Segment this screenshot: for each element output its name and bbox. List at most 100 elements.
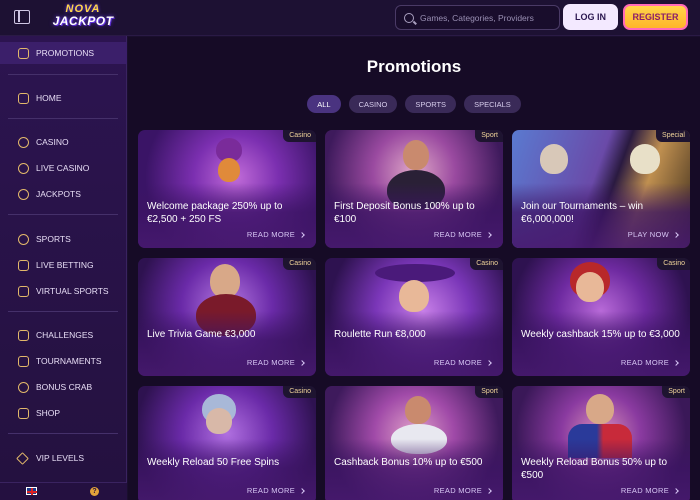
promo-card[interactable]: Sport First Deposit Bonus 100% up to €10… — [325, 130, 503, 248]
read-more-label: READ MORE — [433, 230, 482, 239]
read-more-label: READ MORE — [620, 486, 669, 495]
promo-card-figure — [206, 408, 232, 434]
trophy-icon — [18, 355, 29, 367]
sidebar-item-home[interactable]: HOME — [0, 87, 127, 109]
sidebar-item-casino[interactable]: CASINO — [0, 131, 127, 153]
sidebar-item-label: SHOP — [36, 408, 61, 418]
promo-card[interactable]: Casino Weekly Reload 50 Free Spins READ … — [138, 386, 316, 500]
promo-card-tag: Casino — [470, 258, 503, 270]
promo-card[interactable]: Sport Weekly Reload Bonus 50% up to €500… — [512, 386, 690, 500]
gamepad-icon — [18, 285, 29, 297]
filter-sports[interactable]: SPORTS — [405, 95, 457, 113]
search-input[interactable] — [420, 12, 559, 23]
filter-casino[interactable]: CASINO — [348, 95, 398, 113]
promo-card-title: Weekly cashback 15% up to €3,000 — [521, 329, 680, 340]
sidebar-item-challenges[interactable]: CHALLENGES — [0, 324, 127, 346]
chip-icon — [18, 136, 29, 148]
help-icon[interactable]: ? — [90, 487, 99, 496]
sidebar-divider — [8, 74, 118, 75]
sidebar-item-vip-levels[interactable]: VIP LEVELS — [0, 447, 127, 469]
read-more-link[interactable]: READ MORE — [246, 486, 305, 495]
play-now-link[interactable]: PLAY NOW — [627, 230, 679, 239]
filter-specials[interactable]: SPECIALS — [464, 95, 521, 113]
read-more-link[interactable]: READ MORE — [433, 486, 492, 495]
sidebar-item-tournaments[interactable]: TOURNAMENTS — [0, 350, 127, 372]
sidebar-divider — [8, 311, 118, 312]
live-icon — [18, 162, 29, 174]
read-more-link[interactable]: READ MORE — [247, 230, 305, 239]
sidebar-item-promotions[interactable]: PROMOTIONS — [0, 42, 127, 64]
chevron-right-icon — [673, 487, 679, 494]
read-more-link[interactable]: READ MORE — [246, 358, 305, 367]
sidebar-footer: ? — [0, 482, 127, 500]
sidebar-item-label: LIVE CASINO — [36, 163, 90, 173]
sidebar-item-jackpots[interactable]: JACKPOTS — [0, 183, 127, 205]
promo-card[interactable]: Casino Live Trivia Game €3,000 READ MORE — [138, 258, 316, 376]
promo-card-figure — [586, 394, 614, 424]
search-icon — [404, 12, 414, 23]
sidebar-item-label: JACKPOTS — [36, 189, 81, 199]
promo-card-figure — [399, 280, 429, 312]
sidebar-item-label: LIVE BETTING — [36, 260, 94, 270]
read-more-link[interactable]: READ MORE — [620, 486, 679, 495]
sidebar-item-label: TOURNAMENTS — [36, 356, 102, 366]
sidebar-toggle-icon[interactable] — [14, 10, 30, 24]
promo-card[interactable]: Casino Roulette Run €8,000 READ MORE — [325, 258, 503, 376]
read-more-label: READ MORE — [246, 358, 295, 367]
live-betting-icon — [18, 259, 29, 271]
sidebar-item-bonus-crab[interactable]: BONUS CRAB — [0, 376, 127, 398]
read-more-label: READ MORE — [246, 486, 295, 495]
chevron-right-icon — [486, 359, 492, 366]
sidebar-item-virtual-sports[interactable]: VIRTUAL SPORTS — [0, 280, 127, 302]
read-more-label: READ MORE — [620, 358, 669, 367]
sidebar-divider — [8, 214, 118, 215]
read-more-link[interactable]: READ MORE — [434, 358, 492, 367]
filter-bar: ALL CASINO SPORTS SPECIALS — [128, 95, 700, 113]
jackpot-icon — [18, 188, 29, 200]
promo-card[interactable]: Casino Weekly cashback 15% up to €3,000 … — [512, 258, 690, 376]
ball-icon — [18, 233, 29, 245]
promo-card-title: Roulette Run €8,000 — [334, 329, 426, 340]
chevron-right-icon — [299, 359, 305, 366]
promo-card-tag: Casino — [283, 130, 316, 142]
sidebar-item-live-casino[interactable]: LIVE CASINO — [0, 157, 127, 179]
challenge-icon — [18, 329, 29, 341]
promo-card-figure — [403, 140, 429, 170]
read-more-link[interactable]: READ MORE — [620, 358, 679, 367]
chevron-right-icon — [486, 487, 492, 494]
sidebar-item-sports[interactable]: SPORTS — [0, 228, 127, 250]
promo-card-tag: Casino — [283, 386, 316, 398]
home-icon — [18, 92, 29, 104]
read-more-label: READ MORE — [433, 486, 482, 495]
promo-card[interactable]: Special Join our Tournaments – win €6,00… — [512, 130, 690, 248]
promo-card-title: Join our Tournaments – win €6,000,000! — [521, 201, 644, 225]
chevron-right-icon — [299, 487, 305, 494]
sidebar-item-shop[interactable]: SHOP — [0, 402, 127, 424]
sidebar-item-label: HOME — [36, 93, 62, 103]
promo-card-title: Cashback Bonus 10% up to €500 — [334, 457, 483, 468]
uk-flag-icon[interactable] — [26, 487, 37, 495]
login-button[interactable]: LOG IN — [563, 4, 618, 30]
read-more-link[interactable]: READ MORE — [433, 230, 492, 239]
sidebar-item-live-betting[interactable]: LIVE BETTING — [0, 254, 127, 276]
promo-card-figure — [630, 144, 660, 174]
logo[interactable]: NOVA JACKPOT — [48, 4, 118, 32]
sidebar-item-label: VIP LEVELS — [36, 453, 85, 463]
play-now-label: PLAY NOW — [627, 230, 669, 239]
promo-card-figure — [405, 396, 431, 424]
promo-card-tag: Sport — [662, 386, 690, 398]
search-box[interactable] — [395, 5, 560, 30]
promo-card-figure — [210, 264, 240, 298]
promo-card[interactable]: Sport Cashback Bonus 10% up to €500 READ… — [325, 386, 503, 500]
promo-card[interactable]: Casino Welcome package 250% up to €2,500… — [138, 130, 316, 248]
main-content: Promotions ALL CASINO SPORTS SPECIALS Ca… — [128, 37, 700, 500]
promo-card-figure — [218, 158, 240, 182]
chevron-right-icon — [673, 231, 679, 238]
gift-icon — [18, 47, 29, 59]
promo-card-figure — [540, 144, 568, 174]
sidebar-item-label: BONUS CRAB — [36, 382, 93, 392]
register-button[interactable]: REGISTER — [623, 4, 688, 30]
filter-all[interactable]: ALL — [307, 95, 341, 113]
chevron-right-icon — [299, 231, 305, 238]
sidebar-divider — [8, 118, 118, 119]
